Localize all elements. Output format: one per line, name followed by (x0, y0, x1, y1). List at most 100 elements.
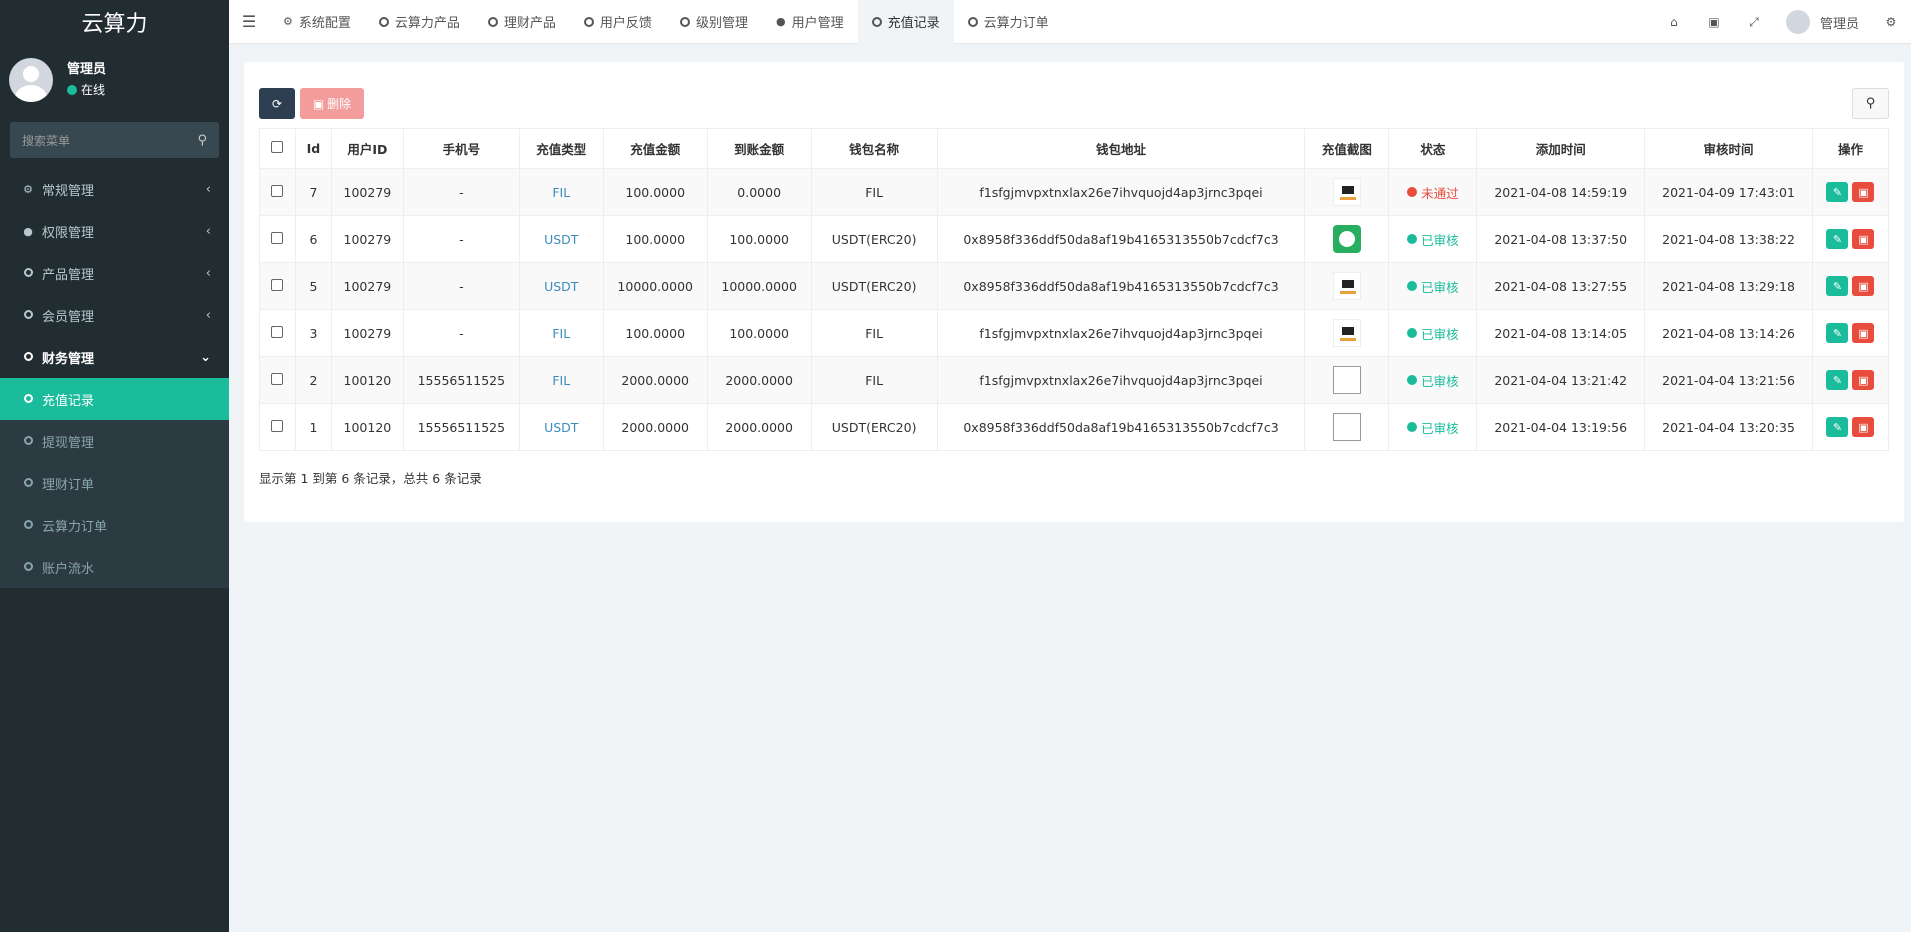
row-checkbox[interactable] (271, 278, 284, 291)
screenshot-thumbnail[interactable] (1332, 272, 1361, 300)
fullscreen-icon[interactable]: ⤢ (1734, 15, 1774, 30)
chevron-left-icon: ‹ (205, 265, 211, 281)
cell-type: FIL (518, 168, 604, 216)
circle-icon (20, 435, 36, 448)
cell-received: 10000.0000 (706, 262, 812, 310)
cell-id: 7 (294, 168, 332, 216)
tab-users[interactable]: ● 用户管理 (762, 0, 858, 44)
edit-button[interactable]: ✎ (1826, 417, 1849, 437)
home-icon[interactable]: ⌂ (1654, 15, 1694, 29)
user-status-label: 在线 (81, 83, 106, 97)
column-header[interactable]: 添加时间 (1476, 128, 1646, 169)
sidebar-item-permissions[interactable]: ● 权限管理 ‹ (0, 210, 229, 252)
search-button[interactable]: ⚲ (1852, 88, 1889, 119)
menu-search-input[interactable]: 搜索菜单 ⚲ (10, 122, 219, 158)
recharge-type-link[interactable]: USDT (544, 232, 578, 247)
sidebar-item-products[interactable]: 产品管理 ‹ (0, 252, 229, 294)
search-icon[interactable]: ⚲ (197, 133, 207, 148)
screenshot-thumbnail[interactable] (1332, 319, 1361, 347)
recharge-type-link[interactable]: USDT (544, 420, 578, 435)
table-header-row: Id 用户ID 手机号 充值类型 充值金额 到账金额 钱包名称 钱包地址 充值截… (259, 128, 1890, 169)
select-all-checkbox[interactable] (271, 141, 284, 153)
cell-type: FIL (518, 356, 604, 404)
column-header[interactable]: 充值类型 (518, 128, 604, 169)
delete-row-button[interactable]: ▣ (1852, 417, 1875, 437)
delete-row-button[interactable]: ▣ (1852, 229, 1875, 249)
screenshot-thumbnail[interactable] (1332, 178, 1361, 206)
cell-received: 2000.0000 (706, 403, 812, 451)
status-dot-icon (1407, 422, 1418, 432)
column-header[interactable]: 用户ID (330, 128, 404, 169)
sidebar-item-cloud-orders[interactable]: 云算力订单 (0, 504, 229, 546)
top-nav: ☰ ⚙ 系统配置 云算力产品 理财产品 用户反馈 级别管理 ● 用户管理 充值记… (229, 0, 1911, 44)
row-checkbox[interactable] (271, 419, 284, 432)
table-row: 5 100279- USDT 10000.0000 10000.0000 USDT(ERC… (259, 262, 1890, 310)
recharge-type-link[interactable]: FIL (552, 373, 570, 388)
edit-button[interactable]: ✎ (1826, 370, 1849, 390)
delete-row-button[interactable]: ▣ (1852, 370, 1875, 390)
column-header[interactable]: 手机号 (402, 128, 520, 169)
tab-levels[interactable]: 级别管理 (666, 0, 762, 44)
column-header[interactable]: 钱包名称 (810, 128, 938, 169)
column-header[interactable]: 钱包地址 (936, 128, 1306, 169)
row-checkbox[interactable] (271, 184, 284, 197)
settings-gears-icon[interactable]: ⚙ (1871, 15, 1911, 29)
tab-system-config[interactable]: ⚙ 系统配置 (269, 0, 365, 44)
sidebar-item-recharge-records[interactable]: 充值记录 (0, 378, 229, 420)
edit-button[interactable]: ✎ (1826, 182, 1849, 202)
screenshot-thumbnail[interactable] (1332, 413, 1361, 441)
recharge-type-link[interactable]: FIL (552, 185, 570, 200)
app-logo[interactable]: 云算力 (0, 0, 229, 44)
cell-phone: 15556511525 (402, 403, 520, 451)
tab-recharge-records[interactable]: 充值记录 (857, 0, 954, 44)
screenshot-thumbnail[interactable] (1332, 366, 1361, 394)
row-checkbox[interactable] (271, 231, 284, 244)
tab-cloud-products[interactable]: 云算力产品 (365, 0, 474, 44)
edit-button[interactable]: ✎ (1826, 229, 1849, 249)
column-header[interactable]: 充值截图 (1304, 128, 1390, 169)
edit-button[interactable]: ✎ (1826, 276, 1849, 296)
row-checkbox[interactable] (271, 325, 284, 338)
sidebar-item-general[interactable]: ⚙ 常规管理 ‹ (0, 168, 229, 210)
delete-row-button[interactable]: ▣ (1852, 323, 1875, 343)
sidebar-item-withdrawals[interactable]: 提现管理 (0, 420, 229, 462)
sidebar-item-finance[interactable]: 财务管理 ⌄ (0, 336, 229, 378)
status-dot-icon (1407, 375, 1418, 385)
cell-actions: ✎ ▣ (1811, 168, 1890, 216)
sidebar-item-members[interactable]: 会员管理 ‹ (0, 294, 229, 336)
cell-wallet-address: f1sfgjmvpxtnxlax26e7ihvquojd4ap3jrnc3pqe… (936, 356, 1306, 404)
row-select-cell (259, 168, 296, 216)
circle-icon (967, 16, 978, 27)
row-checkbox[interactable] (271, 372, 284, 385)
column-header[interactable]: Id (294, 128, 332, 169)
screenshot-thumbnail[interactable] (1332, 225, 1361, 253)
edit-button[interactable]: ✎ (1826, 323, 1849, 343)
tab-cloud-orders[interactable]: 云算力订单 (954, 0, 1063, 44)
recharge-type-link[interactable]: USDT (544, 279, 578, 294)
cell-status: 已审核 (1388, 309, 1478, 357)
cell-type: USDT (518, 215, 604, 263)
column-header[interactable]: 审核时间 (1644, 128, 1813, 169)
cell-actions: ✎ ▣ (1811, 262, 1890, 310)
delete-row-button[interactable]: ▣ (1852, 182, 1875, 202)
tab-wealth-products[interactable]: 理财产品 (474, 0, 570, 44)
hamburger-icon[interactable]: ☰ (229, 12, 269, 31)
top-user-menu[interactable]: 管理员 (1774, 10, 1871, 34)
tab-feedback[interactable]: 用户反馈 (570, 0, 666, 44)
trash-icon[interactable]: ▣ (1694, 15, 1734, 29)
delete-row-button[interactable]: ▣ (1852, 276, 1875, 296)
sidebar-item-account-flow[interactable]: 账户流水 (0, 546, 229, 588)
status-dot-icon (1407, 234, 1418, 244)
user-status: 在线 (67, 80, 106, 100)
cell-added-time: 2021-04-08 13:14:05 (1476, 309, 1646, 357)
recharge-type-link[interactable]: FIL (552, 326, 570, 341)
column-header[interactable]: 充值金额 (602, 128, 708, 169)
refresh-button[interactable]: ⟳ (259, 88, 295, 119)
cell-reviewed-time: 2021-04-08 13:29:18 (1644, 262, 1813, 310)
cell-status: 已审核 (1388, 215, 1478, 263)
column-header[interactable]: 状态 (1388, 128, 1478, 169)
delete-button[interactable]: ▣ 删除 (300, 88, 364, 119)
cell-id: 2 (294, 356, 332, 404)
column-header[interactable]: 到账金额 (706, 128, 812, 169)
sidebar-item-wealth-orders[interactable]: 理财订单 (0, 462, 229, 504)
